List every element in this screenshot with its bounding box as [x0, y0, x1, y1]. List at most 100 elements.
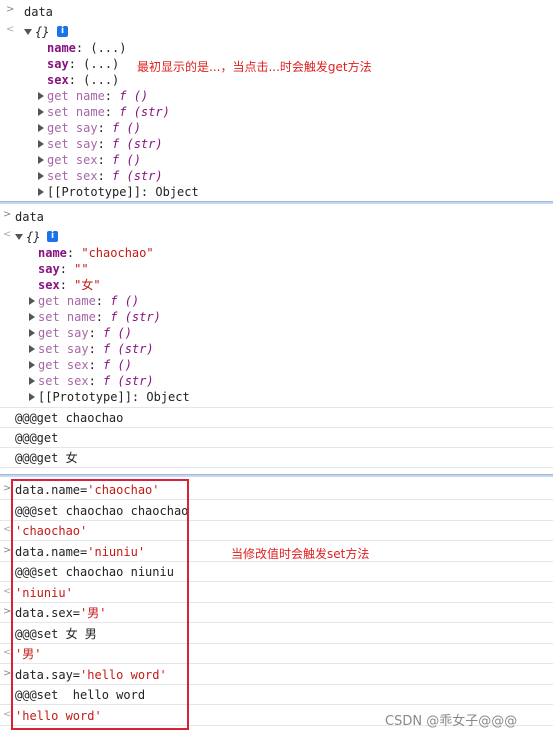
accessor-row[interactable]: set sex: f (str) — [47, 168, 163, 184]
property-row: say: (...) — [47, 56, 119, 72]
prototype-key: [[Prototype]] — [47, 185, 141, 199]
property-key: sex — [38, 278, 60, 292]
property-key: sex — [47, 73, 69, 87]
property-value[interactable]: "" — [74, 262, 88, 276]
result-arrow-icon: < — [3, 229, 12, 240]
colon: : — [66, 246, 82, 260]
property-row: name: "chaochao" — [38, 245, 154, 261]
accessor-row[interactable]: set say: f (str) — [47, 136, 163, 152]
colon: : — [104, 89, 120, 103]
result-arrow-icon: < — [6, 24, 15, 35]
prototype-row[interactable]: [[Prototype]]: Object — [38, 389, 190, 405]
expand-triangle-icon[interactable] — [38, 124, 44, 132]
property-value[interactable]: "女" — [74, 278, 100, 292]
property-row: say: "" — [38, 261, 89, 277]
expand-triangle-icon[interactable] — [38, 108, 44, 116]
accessor-value: f (str) — [112, 169, 163, 183]
colon: : — [59, 278, 75, 292]
accessor-key: get sex — [38, 358, 89, 372]
accessor-row[interactable]: get sex: f () — [38, 357, 132, 373]
expand-triangle-icon[interactable] — [29, 361, 35, 369]
panel-divider — [0, 201, 553, 204]
colon: : — [97, 137, 113, 151]
panel-divider — [0, 474, 553, 477]
expand-triangle-icon[interactable] — [38, 140, 44, 148]
colon: : — [88, 326, 104, 340]
expand-triangle-icon[interactable] — [29, 377, 35, 385]
accessor-value: f () — [103, 326, 132, 340]
prompt-chevron-icon: > — [6, 4, 15, 15]
accessor-value: f (str) — [110, 310, 161, 324]
expand-triangle-icon[interactable] — [15, 234, 23, 240]
accessor-value: f (str) — [119, 105, 170, 119]
property-value[interactable]: (...) — [90, 41, 126, 55]
colon: : — [95, 294, 111, 308]
colon: : — [68, 73, 84, 87]
accessor-row[interactable]: set say: f (str) — [38, 341, 154, 357]
accessor-value: f () — [110, 294, 140, 308]
colon: : — [104, 105, 120, 119]
prompt-chevron-icon: > — [3, 209, 12, 220]
accessor-row[interactable]: get name: f () — [38, 293, 139, 309]
accessor-row[interactable]: set name: f (str) — [38, 309, 161, 325]
property-row: name: (...) — [47, 40, 126, 56]
accessor-key: set say — [47, 137, 98, 151]
expand-triangle-icon[interactable] — [38, 188, 44, 196]
row-separator — [0, 427, 553, 428]
expand-triangle-icon[interactable] — [29, 329, 35, 337]
accessor-row[interactable]: get name: f () — [47, 88, 148, 104]
expand-triangle-icon[interactable] — [38, 172, 44, 180]
accessor-row[interactable]: get say: f () — [47, 120, 141, 136]
expand-triangle-icon[interactable] — [24, 29, 32, 35]
expand-triangle-icon[interactable] — [29, 297, 35, 305]
console-log-line: @@@get — [15, 431, 59, 445]
accessor-key: set name — [47, 105, 105, 119]
accessor-key: get name — [38, 294, 96, 308]
info-icon[interactable]: i — [47, 231, 58, 242]
property-value[interactable]: (...) — [83, 73, 119, 87]
object-preview[interactable]: {} — [35, 24, 49, 40]
accessor-key: get name — [47, 89, 105, 103]
annotation-get: 最初显示的是...，当点击...时会触发get方法 — [137, 60, 372, 74]
annotation-set: 当修改值时会触发set方法 — [231, 547, 370, 561]
expand-triangle-icon[interactable] — [38, 156, 44, 164]
colon: : — [140, 185, 156, 199]
accessor-value: f () — [112, 153, 141, 167]
property-key: name — [47, 41, 76, 55]
expand-triangle-icon[interactable] — [29, 393, 35, 401]
prototype-key: [[Prototype]] — [38, 390, 132, 404]
prototype-row[interactable]: [[Prototype]]: Object — [47, 184, 199, 200]
colon: : — [59, 262, 75, 276]
object-preview[interactable]: {} — [26, 229, 40, 245]
colon: : — [97, 169, 113, 183]
accessor-row[interactable]: get sex: f () — [47, 152, 141, 168]
expand-triangle-icon[interactable] — [29, 313, 35, 321]
prototype-value: Object — [146, 390, 190, 404]
colon: : — [97, 121, 113, 135]
row-separator — [0, 467, 553, 468]
accessor-row[interactable]: get say: f () — [38, 325, 132, 341]
colon: : — [88, 374, 104, 388]
watermark: CSDN @乖女子@@@ — [385, 714, 518, 729]
colon: : — [97, 153, 113, 167]
accessor-key: set sex — [47, 169, 98, 183]
accessor-key: get sex — [47, 153, 98, 167]
info-icon[interactable]: i — [57, 26, 68, 37]
console-log-line: @@@get chaochao — [15, 411, 124, 425]
property-value[interactable]: (...) — [83, 57, 119, 71]
property-key: say — [47, 57, 69, 71]
accessor-value: f () — [103, 358, 132, 372]
accessor-value: f () — [119, 89, 149, 103]
accessor-row[interactable]: set name: f (str) — [47, 104, 170, 120]
accessor-key: get say — [38, 326, 89, 340]
accessor-key: set sex — [38, 374, 89, 388]
expand-triangle-icon[interactable] — [29, 345, 35, 353]
property-key: name — [38, 246, 67, 260]
colon: : — [68, 57, 84, 71]
expand-triangle-icon[interactable] — [38, 92, 44, 100]
accessor-value: f (str) — [103, 342, 154, 356]
property-value[interactable]: "chaochao" — [81, 246, 153, 260]
colon: : — [88, 358, 104, 372]
accessor-row[interactable]: set sex: f (str) — [38, 373, 154, 389]
property-key: say — [38, 262, 60, 276]
